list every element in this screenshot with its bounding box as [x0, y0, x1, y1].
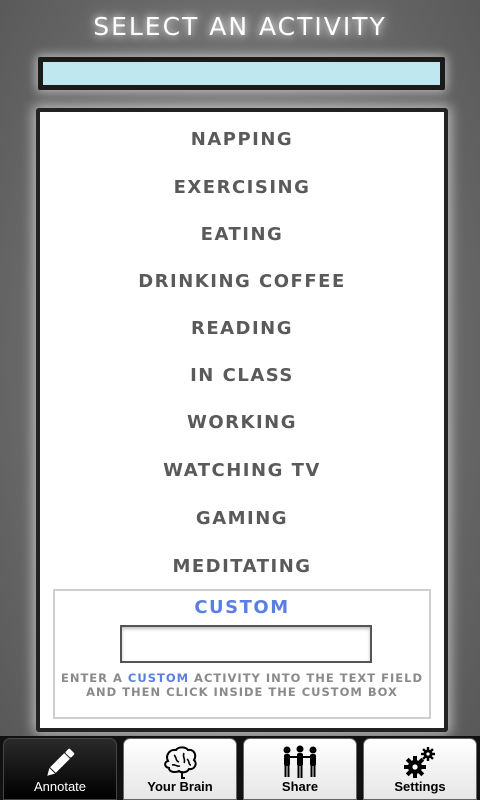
tab-share[interactable]: Share [243, 738, 357, 800]
tab-share-label: Share [281, 779, 319, 794]
activity-exercising[interactable]: EXERCISING [40, 168, 444, 208]
activity-reading[interactable]: READING [40, 309, 444, 349]
custom-activity-box[interactable]: CUSTOM ENTER A CUSTOM ACTIVITY INTO THE … [53, 589, 431, 719]
tab-settings-label: Settings [394, 779, 446, 794]
status-bar-fill [43, 62, 440, 85]
tab-settings[interactable]: Settings [363, 738, 477, 800]
custom-activity-input[interactable] [120, 625, 372, 663]
people-icon [283, 745, 317, 778]
activity-in-class[interactable]: IN CLASS [40, 356, 444, 396]
custom-title: CUSTOM [194, 597, 290, 618]
activity-panel: NAPPING EXERCISING EATING DRINKING COFFE… [36, 108, 448, 732]
tab-annotate[interactable]: Annotate [3, 738, 117, 800]
activity-panel-inner: NAPPING EXERCISING EATING DRINKING COFFE… [40, 112, 444, 728]
activity-watching-tv[interactable]: WATCHING TV [40, 451, 444, 491]
brain-icon [164, 746, 197, 779]
tab-annotate-label: Annotate [33, 779, 87, 794]
status-bar [38, 57, 445, 90]
activity-napping[interactable]: NAPPING [40, 120, 444, 160]
activity-meditating[interactable]: MEDITATING [40, 547, 444, 587]
tab-your-brain-label: Your Brain [147, 779, 213, 794]
custom-help-text: ENTER A CUSTOM ACTIVITY INTO THE TEXT FI… [59, 671, 425, 699]
custom-help-part1: ENTER A [60, 671, 128, 685]
gears-icon [404, 747, 435, 778]
activity-gaming[interactable]: GAMING [40, 499, 444, 539]
page-title: SELECT AN ACTIVITY [93, 12, 387, 41]
activity-eating[interactable]: EATING [40, 215, 444, 255]
tab-your-brain[interactable]: Your Brain [123, 738, 237, 800]
activity-working[interactable]: WORKING [40, 403, 444, 443]
pencil-icon [47, 748, 75, 776]
custom-help-highlight: CUSTOM [127, 671, 190, 685]
activity-drinking-coffee[interactable]: DRINKING COFFEE [40, 262, 444, 302]
tab-bar: Annotate Your Brain Share Settings [0, 736, 480, 800]
